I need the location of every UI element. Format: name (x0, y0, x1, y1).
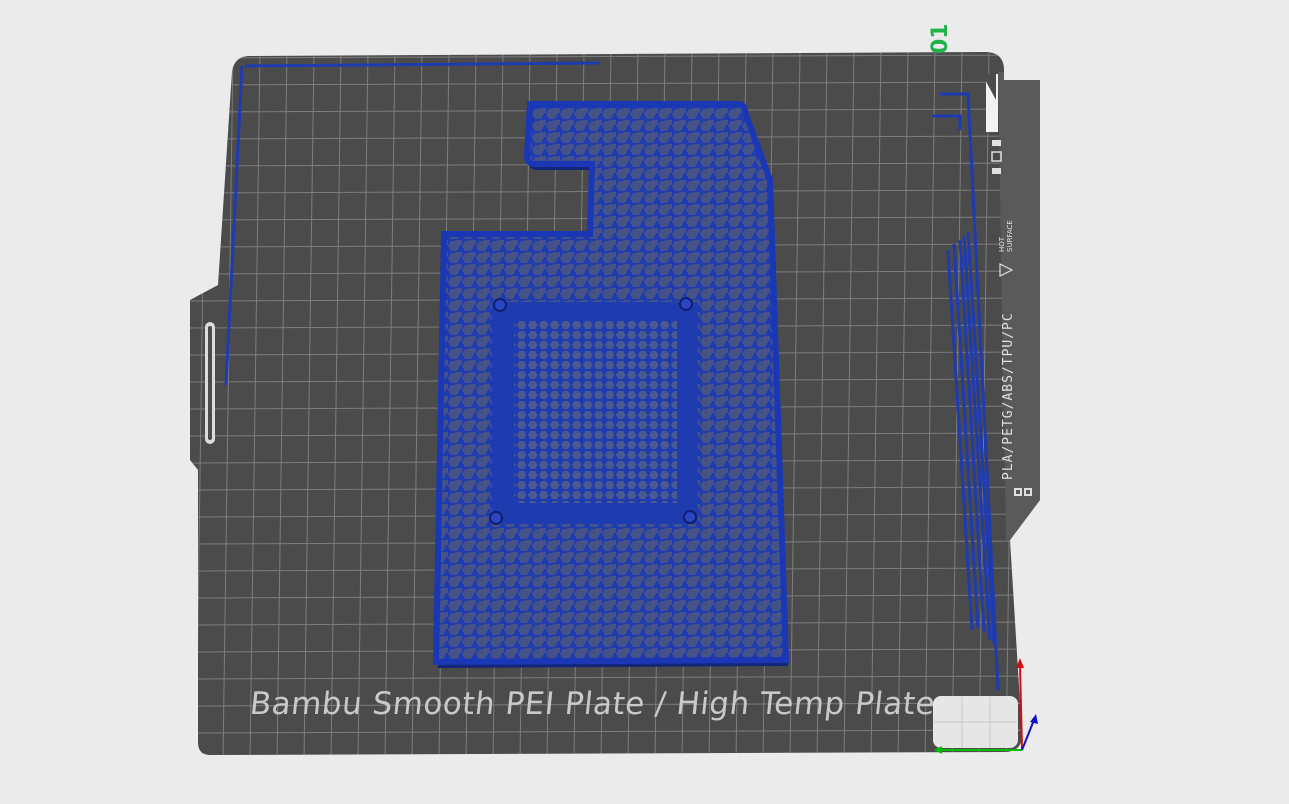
grid-line-horizontal (180, 757, 1045, 760)
3d-viewport[interactable]: Bambu Smooth PEI Plate / High Temp Plate… (0, 0, 1289, 800)
filament-types-label: PLA/PETG/ABS/TPU/PC (1001, 312, 1016, 480)
hot-surface-warning: HOT SURFACE (998, 220, 1014, 252)
plate-type-label: Bambu Smooth PEI Plate / High Temp Plate (248, 686, 938, 722)
build-plate-scene[interactable] (0, 0, 1289, 800)
